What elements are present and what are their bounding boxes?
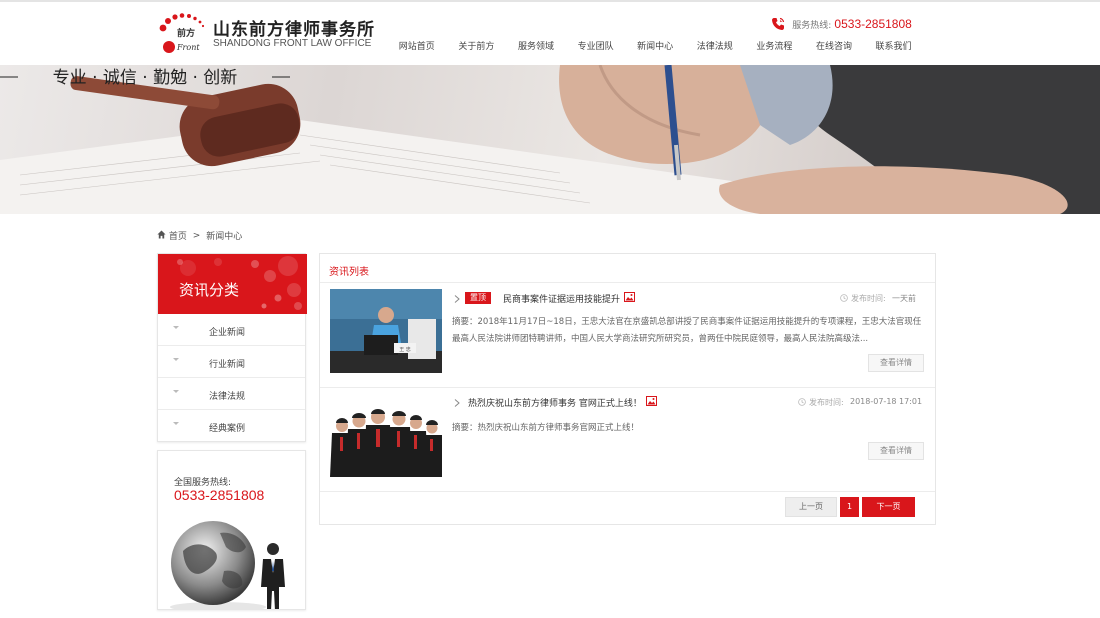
site-logo[interactable]: 前方 Front 山东前方律师事务所 SHANDONG FRONT LAW OF… bbox=[157, 12, 387, 56]
view-details-button[interactable]: 查看详情 bbox=[868, 442, 924, 460]
nav-item-about[interactable]: 关于前方 bbox=[447, 39, 507, 55]
clock-icon bbox=[840, 294, 848, 302]
category-header: 资讯分类 bbox=[158, 254, 307, 314]
nav-item-process[interactable]: 业务流程 bbox=[745, 39, 805, 55]
news-list-title: 资讯列表 bbox=[329, 267, 369, 278]
news-list-header: 资讯列表 bbox=[320, 254, 935, 283]
header-hotline: 服务热线: 0533-2851808 bbox=[770, 16, 912, 34]
svg-text:Front: Front bbox=[176, 43, 200, 52]
publish-time: 2018-07-18 17:01 bbox=[850, 397, 923, 406]
nav-item-consult[interactable]: 在线咨询 bbox=[804, 39, 864, 55]
svg-text:前方: 前方 bbox=[177, 27, 195, 39]
news-item[interactable]: 热烈庆祝山东前方律师事务 官网正式上线！ 发布时间: 2018-07-18 17… bbox=[320, 388, 935, 492]
logo-name-en: SHANDONG FRONT LAW OFFICE bbox=[213, 38, 372, 49]
nav-item-laws[interactable]: 法律法规 bbox=[685, 39, 745, 55]
news-summary: 摘要：热烈庆祝山东前方律师事务官网正式上线！ bbox=[452, 423, 640, 433]
nav-item-news[interactable]: 新闻中心 bbox=[625, 39, 685, 55]
banner-slogan: 专业 · 诚信 · 勤勉 · 创新 bbox=[0, 68, 290, 88]
publish-time-label: 发布时间: bbox=[851, 294, 886, 303]
hotline-number[interactable]: 0533-2851808 bbox=[834, 17, 911, 31]
category-title: 资讯分类 bbox=[179, 281, 240, 299]
phone-icon bbox=[772, 17, 785, 30]
category-item-company-news[interactable]: 企业新闻 bbox=[158, 314, 305, 346]
chevron-right-icon bbox=[454, 295, 460, 303]
clock-icon bbox=[798, 398, 806, 406]
publish-time: 一天前 bbox=[892, 294, 916, 303]
contact-panel: 全国服务热线: 0533-2851808 bbox=[157, 450, 306, 610]
breadcrumb-separator: > bbox=[192, 230, 201, 241]
site-header: 前方 Front 山东前方律师事务所 SHANDONG FRONT LAW OF… bbox=[0, 2, 1100, 65]
news-list-panel: 资讯列表 王 忠 置顶 民商事案件证据运用技能提升 发布时间: 一天前 摘要：2… bbox=[319, 253, 936, 525]
chevron-right-icon bbox=[454, 399, 460, 407]
logo-mark-icon: 前方 Front bbox=[159, 13, 205, 53]
logo-name-cn: 山东前方律师事务所 bbox=[213, 20, 375, 40]
news-item[interactable]: 王 忠 置顶 民商事案件证据运用技能提升 发布时间: 一天前 摘要：2018年1… bbox=[320, 284, 935, 388]
next-page-button[interactable]: 下一页 bbox=[862, 497, 915, 517]
category-item-laws[interactable]: 法律法规 bbox=[158, 378, 305, 410]
news-title-link[interactable]: 民商事案件证据运用技能提升 bbox=[503, 292, 620, 305]
nav-item-contact[interactable]: 联系我们 bbox=[864, 39, 924, 55]
category-item-industry-news[interactable]: 行业新闻 bbox=[158, 346, 305, 378]
news-thumbnail[interactable]: 王 忠 bbox=[330, 289, 442, 373]
news-title-link[interactable]: 热烈庆祝山东前方律师事务 官网正式上线！ bbox=[468, 396, 642, 409]
nav-item-home[interactable]: 网站首页 bbox=[387, 39, 447, 55]
triangle-down-icon bbox=[173, 390, 179, 393]
category-item-cases[interactable]: 经典案例 bbox=[158, 410, 305, 442]
nav-item-team[interactable]: 专业团队 bbox=[566, 39, 626, 55]
image-icon bbox=[624, 292, 635, 302]
nav-item-services[interactable]: 服务领域 bbox=[506, 39, 566, 55]
home-icon bbox=[157, 230, 166, 239]
breadcrumb: 首页 > 新闻中心 bbox=[157, 229, 242, 242]
triangle-down-icon bbox=[173, 422, 179, 425]
breadcrumb-current[interactable]: 新闻中心 bbox=[206, 232, 242, 242]
triangle-down-icon bbox=[173, 326, 179, 329]
page-number-current[interactable]: 1 bbox=[840, 497, 859, 517]
pinned-badge: 置顶 bbox=[465, 292, 491, 304]
category-panel: 资讯分类 企业新闻 行业新闻 法律法规 经典案例 bbox=[157, 253, 307, 442]
breadcrumb-home[interactable]: 首页 bbox=[169, 232, 187, 242]
contact-number[interactable]: 0533-2851808 bbox=[174, 487, 264, 503]
hotline-label: 服务热线: bbox=[792, 20, 832, 31]
view-details-button[interactable]: 查看详情 bbox=[868, 354, 924, 372]
hero-banner: 专业 · 诚信 · 勤勉 · 创新 bbox=[0, 65, 1100, 214]
globe-businessman-image bbox=[170, 521, 285, 609]
publish-time-label: 发布时间: bbox=[809, 398, 844, 407]
svg-text:王 忠: 王 忠 bbox=[399, 347, 411, 353]
pagination: 上一页 1 下一页 bbox=[320, 497, 935, 519]
svg-text:专业 · 诚信 · 勤勉 · 创新: 专业 · 诚信 · 勤勉 · 创新 bbox=[53, 68, 238, 88]
main-nav: 网站首页 关于前方 服务领域 专业团队 新闻中心 法律法规 业务流程 在线咨询 … bbox=[387, 39, 923, 55]
prev-page-button[interactable]: 上一页 bbox=[785, 497, 837, 517]
triangle-down-icon bbox=[173, 358, 179, 361]
news-summary: 摘要：2018年11月17日~18日，王忠大法官在京盛凯总部讲授了民商事案件证据… bbox=[452, 317, 922, 344]
image-icon bbox=[646, 396, 657, 406]
news-thumbnail[interactable] bbox=[330, 393, 442, 477]
